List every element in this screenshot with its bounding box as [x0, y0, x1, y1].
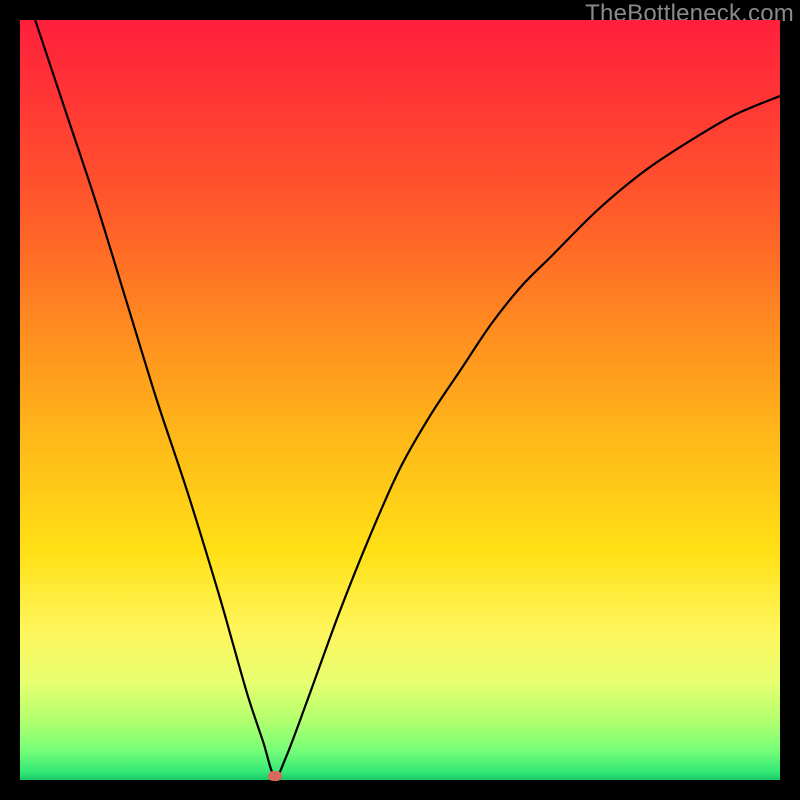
bottleneck-curve [20, 20, 780, 780]
minimum-marker [268, 771, 282, 781]
chart-stage: TheBottleneck.com [0, 0, 800, 800]
plot-area [20, 20, 780, 780]
